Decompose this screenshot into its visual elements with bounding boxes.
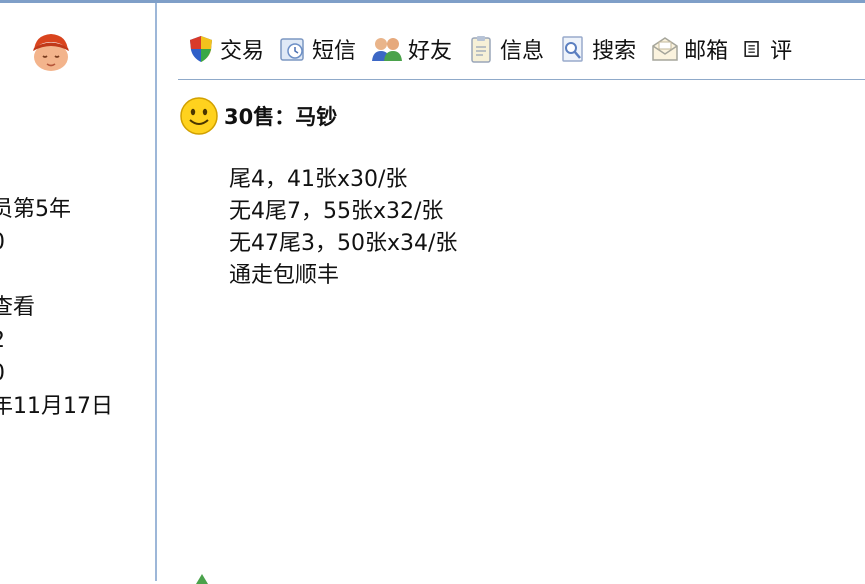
toolbar-separator [178,79,865,80]
user-action-toolbar: 交易 短信 好友 信息 搜索 邮箱 评 [186,29,792,69]
toolbar-message-label: 短信 [312,39,357,64]
smiley-icon [180,97,218,135]
toolbar-review-button[interactable]: 评 [742,33,792,65]
envelope-icon [652,37,678,61]
toolbar-info-button[interactable]: 信息 [466,33,544,65]
list-icon [744,41,759,57]
post-line: 无4尾7，55张x32/张 [229,199,444,224]
clipboard-icon [471,36,491,63]
profile-stat-value: 2 [0,328,5,354]
toolbar-search-label: 搜索 [592,39,637,64]
profile-stat-value: 0 [0,361,5,387]
toolbar-trade-button[interactable]: 交易 [186,33,264,65]
friends-icon [372,38,403,61]
partial-green-icon [196,574,208,584]
toolbar-friends-button[interactable]: 好友 [370,33,452,65]
toolbar-info-label: 信息 [500,39,545,64]
post-line: 尾4，41张x30/张 [229,167,408,192]
toolbar-search-button[interactable]: 搜索 [558,33,636,65]
toolbar-mailbox-button[interactable]: 邮箱 [650,33,728,65]
toolbar-friends-label: 好友 [408,39,453,64]
post-line: 无47尾3，50张x34/张 [229,231,458,256]
post-title: 30售：马钞 [224,105,338,129]
user-avatar-icon[interactable] [27,27,75,75]
profile-view-link[interactable]: 查看 [0,295,35,321]
toolbar-review-label: 评 [770,39,793,64]
profile-stat-value: 0 [0,230,5,256]
shield-icon [190,36,212,62]
toolbar-trade-label: 交易 [220,39,265,64]
profile-membership-years: 员第5年 [0,197,71,222]
post-line: 通走包顺丰 [229,263,340,288]
toolbar-mailbox-label: 邮箱 [684,39,729,64]
post-body: 尾4，41张x30/张 无4尾7，55张x32/张 无47尾3，50张x34/张… [229,164,457,292]
message-icon [280,38,304,61]
toolbar-message-button[interactable]: 短信 [278,33,356,65]
sidebar-divider [155,3,157,581]
window-top-border [0,0,865,3]
profile-join-date: 年11月17日 [0,394,113,419]
search-icon [562,36,583,62]
